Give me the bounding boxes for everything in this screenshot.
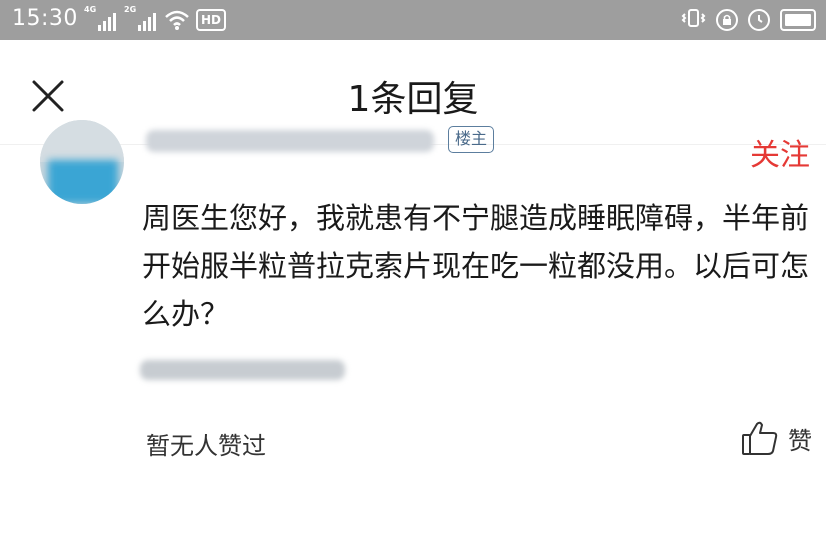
like-button[interactable]: 赞 xyxy=(740,418,812,458)
signal-2g-icon: 2G xyxy=(124,5,156,31)
wifi-icon xyxy=(164,9,189,31)
timestamp-redacted xyxy=(140,360,345,380)
status-bar: 15:30 4G 2G HD xyxy=(0,0,826,40)
alarm-icon xyxy=(748,9,770,31)
vibrate-icon xyxy=(680,7,706,33)
signal-4g-label: 4G xyxy=(84,5,97,14)
page-title: 1条回复 xyxy=(347,79,479,120)
lock-rotation-icon xyxy=(716,9,738,31)
op-badge: 楼主 xyxy=(448,126,495,153)
signal-4g-icon: 4G xyxy=(84,5,116,31)
follow-button[interactable]: 关注 xyxy=(750,130,810,174)
hd-icon: HD xyxy=(196,9,227,31)
status-time: 15:30 xyxy=(12,6,78,31)
comment-text: 周医生您好，我就患有不宁腿造成睡眠障碍，半年前开始服半粒普拉克索片现在吃一粒都没… xyxy=(142,201,810,331)
signal-2g-label: 2G xyxy=(124,5,137,14)
likes-status: 暂无人赞过 xyxy=(146,432,266,460)
thumbs-up-icon xyxy=(742,421,778,455)
status-left-icons: 4G 2G HD xyxy=(84,5,227,31)
like-label: 赞 xyxy=(788,426,812,455)
avatar[interactable] xyxy=(40,120,124,204)
battery-icon xyxy=(780,9,816,31)
username-redacted[interactable] xyxy=(146,130,434,152)
status-right-icons xyxy=(680,7,816,33)
